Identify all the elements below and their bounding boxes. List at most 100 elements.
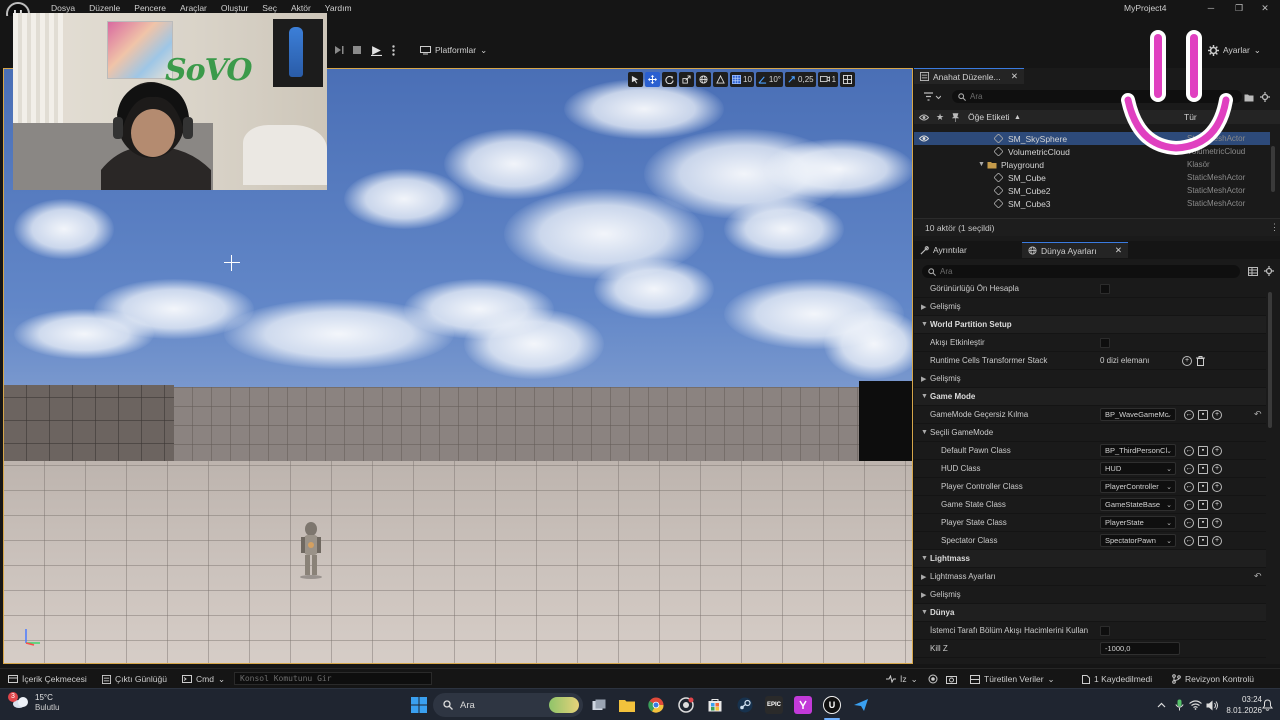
camera-speed-button[interactable]: 1 [817,71,839,87]
add-folder-icon[interactable] [1244,93,1254,102]
collapse-arrow-icon[interactable]: ▼ [921,429,928,436]
table-view-icon[interactable] [1248,267,1258,276]
outliner-row[interactable]: SM_Cube StaticMeshActor [914,171,1270,184]
content-drawer-button[interactable]: İçerik Çekmecesi [8,669,87,689]
chevron-up-icon[interactable] [1152,696,1170,714]
volume-icon[interactable] [1203,696,1221,714]
view-options-icon[interactable]: ⋮ [1270,222,1279,233]
category-selected-gamemode[interactable]: ▼ Seçili GameMode [914,424,1266,442]
step-forward-icon[interactable] [332,42,346,58]
close-window-button[interactable]: ✕ [1250,0,1280,16]
notification-bell-icon[interactable] [1258,696,1276,714]
eye-icon[interactable] [919,114,929,121]
expand-arrow-icon[interactable]: ▶ [921,375,926,383]
pin-icon[interactable] [952,112,959,122]
play-options-icon[interactable] [388,42,398,58]
file-explorer-icon[interactable] [618,696,636,714]
trace-dropdown[interactable]: İz ⌄ [886,669,918,689]
outliner-scrollbar[interactable] [1271,146,1275,192]
category-world[interactable]: ▼ Dünya [914,604,1266,622]
github-desktop-icon[interactable] [677,696,695,714]
category-world-partition[interactable]: ▼ World Partition Setup [914,316,1266,334]
collapse-arrow-icon[interactable]: ▼ [921,555,928,562]
derived-data-dropdown[interactable]: Türetilen Veriler ⌄ [970,669,1055,689]
browse-back-icon[interactable]: ← [1184,409,1194,420]
kill-z-input[interactable]: -1000,0 [1100,642,1180,655]
property-row[interactable]: ▶ Gelişmiş [914,298,1266,316]
app-launcher-icon[interactable] [794,696,812,714]
chrome-icon[interactable] [647,696,665,714]
browse-back-icon[interactable]: ← [1184,499,1194,510]
taskbar-search[interactable]: Ara [433,693,583,717]
precompute-visibility-checkbox[interactable] [1100,283,1110,294]
category-lightmass[interactable]: ▼ Lightmass [914,550,1266,568]
close-icon[interactable]: ✕ [1011,71,1018,82]
reset-default-icon[interactable]: ↶ [1254,409,1262,420]
store-icon[interactable] [706,696,724,714]
rotation-snap-toggle[interactable]: 10° [755,71,784,87]
outliner-row[interactable]: SM_Cube3 StaticMeshActor [914,197,1270,210]
hud-class-select[interactable]: HUD ⌄ [1100,462,1176,475]
collapse-arrow-icon[interactable]: ▼ [921,321,928,328]
unsaved-button[interactable]: 1 Kaydedilmedi [1082,669,1152,689]
default-pawn-select[interactable]: BP_ThirdPersonCl ⌄ [1100,444,1176,457]
system-clock[interactable]: 03:24 8.01.2026 [1222,694,1262,716]
windows-start-icon[interactable] [410,696,428,714]
add-icon[interactable]: + [1212,481,1222,492]
world-local-icon[interactable] [696,71,711,87]
epic-games-icon[interactable]: EPIC [765,696,783,714]
expand-arrow-icon[interactable]: ▶ [921,591,926,599]
browse-back-icon[interactable]: ← [1184,445,1194,456]
details-scrollbar[interactable] [1268,292,1272,428]
add-icon[interactable]: + [1212,445,1222,456]
browse-folder-icon[interactable]: ▪ [1198,517,1208,528]
translate-mode-icon[interactable] [645,71,660,87]
browse-folder-icon[interactable]: ▪ [1198,499,1208,510]
browse-back-icon[interactable]: ← [1184,481,1194,492]
unreal-engine-taskbar-icon[interactable]: U [823,696,841,714]
add-icon[interactable]: + [1212,463,1222,474]
expand-arrow-icon[interactable]: ▶ [921,303,926,311]
add-icon[interactable]: + [1212,409,1222,420]
enable-streaming-checkbox[interactable] [1100,337,1110,348]
add-icon[interactable]: + [1212,535,1222,546]
app-icon[interactable] [852,696,870,714]
surface-snap-icon[interactable] [713,71,728,87]
browse-folder-icon[interactable]: ▪ [1198,409,1208,420]
play-icon[interactable] [368,42,384,58]
tab-details[interactable]: Ayrıntılar [914,242,1024,258]
browse-folder-icon[interactable]: ▪ [1198,445,1208,456]
tab-world-settings[interactable]: Dünya Ayarları ✕ [1022,242,1128,258]
stop-icon[interactable] [350,42,364,58]
rotation-snap-value[interactable]: 10° [769,75,781,84]
column-item-label[interactable]: Öğe Etiketi [968,112,1010,122]
scale-mode-icon[interactable] [679,71,694,87]
grid-snap-toggle[interactable]: 10 [730,71,754,87]
browse-back-icon[interactable]: ← [1184,517,1194,528]
player-state-select[interactable]: PlayerState ⌄ [1100,516,1176,529]
cmd-dropdown[interactable]: Cmd ⌄ [182,669,225,689]
camera-capture-icon[interactable] [946,669,957,689]
add-element-icon[interactable]: + [1182,355,1192,366]
details-search-input[interactable]: Ara [922,265,1240,278]
trash-icon[interactable] [1196,355,1205,366]
tab-outliner[interactable]: Anahat Düzenle... ✕ [914,68,1024,84]
outliner-row[interactable]: SM_Cube2 StaticMeshActor [914,184,1270,197]
rotate-mode-icon[interactable] [662,71,677,87]
browse-back-icon[interactable]: ← [1184,535,1194,546]
scale-snap-toggle[interactable]: 0,25 [785,71,816,87]
platforms-dropdown[interactable]: Platformlar ⌄ [420,42,487,58]
reset-default-icon[interactable]: ↶ [1254,571,1262,582]
weather-widget[interactable]: 3 15°C Bulutlu [8,692,59,713]
browse-folder-icon[interactable]: ▪ [1198,463,1208,474]
browse-folder-icon[interactable]: ▪ [1198,535,1208,546]
gear-icon[interactable] [1260,92,1270,102]
client-streaming-checkbox[interactable] [1100,625,1110,636]
record-icon[interactable] [928,669,938,689]
expand-arrow-icon[interactable]: ▶ [921,573,926,581]
browse-back-icon[interactable]: ← [1184,463,1194,474]
wifi-icon[interactable] [1186,696,1204,714]
scale-snap-value[interactable]: 0,25 [798,75,814,84]
minimize-button[interactable]: ─ [1196,0,1226,16]
viewport-layout-icon[interactable] [840,71,856,87]
